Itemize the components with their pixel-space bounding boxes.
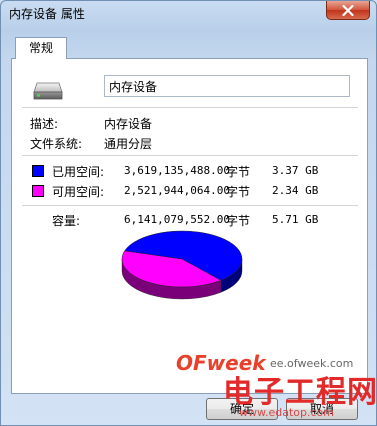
capacity-size: 5.71 GB (272, 213, 319, 226)
properties-window: 内存设备 属性 常规 描述: (0, 0, 377, 426)
ofweek-watermark-logo: OFweek (176, 351, 266, 375)
divider (22, 107, 358, 108)
watermark-url-2: www.edatop.com (239, 406, 334, 419)
free-space-size: 2.34 GB (272, 184, 319, 197)
used-space-swatch (32, 165, 44, 177)
capacity-unit: 字节 (226, 214, 251, 228)
watermark-url: ee.ofweek.com (270, 357, 354, 370)
used-space-unit: 字节 (226, 165, 251, 179)
close-icon (342, 4, 354, 16)
divider (22, 155, 358, 156)
title-bar[interactable]: 内存设备 属性 (1, 1, 376, 27)
tab-general[interactable]: 常规 (15, 37, 67, 59)
device-name-input[interactable] (104, 75, 350, 97)
free-space-bytes: 2,521,944,064.00 (124, 184, 230, 197)
free-space-label: 可用空间: (52, 185, 105, 199)
pie-top (121, 230, 243, 288)
tab-panel-general: 描述: 内存设备 文件系统: 通用分层 已用空间: 3,619,135,488.… (11, 58, 368, 394)
description-label: 描述: (30, 117, 59, 131)
close-button[interactable] (326, 1, 370, 20)
drive-icon (33, 82, 63, 100)
used-space-size: 3.37 GB (272, 164, 319, 177)
used-space-bytes: 3,619,135,488.00 (124, 164, 230, 177)
free-space-swatch (32, 185, 44, 197)
used-space-label: 已用空间: (52, 165, 105, 179)
window-title: 内存设备 属性 (9, 7, 85, 21)
capacity-label: 容量: (52, 214, 81, 228)
free-space-unit: 字节 (226, 185, 251, 199)
filesystem-label: 文件系统: (30, 137, 83, 151)
capacity-bytes: 6,141,079,552.00 (124, 213, 230, 226)
divider (22, 205, 358, 206)
disk-usage-pie-chart (121, 230, 243, 300)
filesystem-value: 通用分层 (104, 137, 153, 151)
description-value: 内存设备 (104, 117, 153, 131)
